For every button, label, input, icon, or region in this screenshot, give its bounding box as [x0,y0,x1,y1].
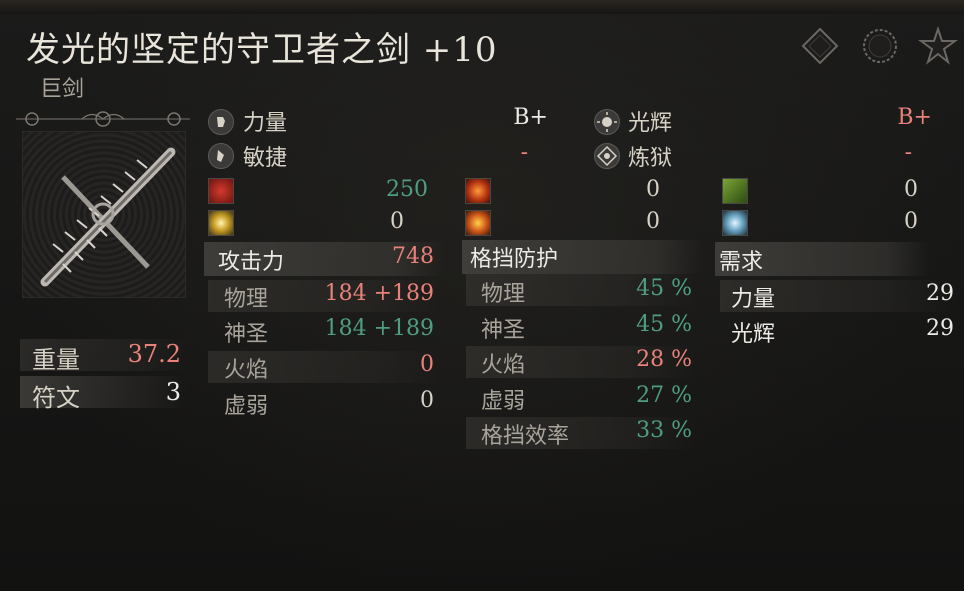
attack-value: 0 [420,388,434,413]
requirement-label: 力量 [731,287,776,312]
strength-icon [208,109,234,135]
stat-label: 符文 [32,384,80,412]
requirements-header: 需求 [719,250,764,275]
guard-label: 神圣 [481,318,526,343]
attack-label: 虚弱 [224,394,269,419]
item-category: 巨剑 [40,77,85,102]
stat-value: 3 [165,378,181,406]
guard-label: 物理 [481,282,526,307]
scaling-label: 敏捷 [243,146,288,171]
greatsword-icon [40,147,176,287]
scaling-grade: - [520,140,528,165]
attack-label: 火焰 [224,358,269,383]
dexterity-icon [208,143,234,169]
stat-value: 37.2 [127,340,181,368]
effect-value: 0 [904,209,918,234]
scaling-label: 光辉 [628,111,673,136]
item-title: 发光的坚定的守卫者之剑 +10 [26,30,498,70]
guard-label: 格挡效率 [481,424,570,449]
arcane-icon [594,143,620,169]
frost-icon [722,210,748,236]
attack-value: 184 +189 [324,281,434,306]
item-detail-panel: 发光的坚定的守卫者之剑 +10 巨剑 力量 B+ 敏捷 - 光辉 B+ 炼狱 -… [0,0,964,591]
attack-label: 神圣 [224,322,269,347]
guard-value: 45 % [636,312,692,337]
guard-label: 火焰 [481,353,526,378]
requirement-label: 光辉 [731,322,776,347]
top-border [0,0,964,14]
scaling-grade: - [904,140,912,165]
star-icon [917,25,959,66]
blood-icon [208,178,234,204]
fire-icon [465,178,491,204]
effect-value: 250 [386,177,428,202]
attack-total: 748 [392,244,434,269]
flame-burst-icon [465,210,491,236]
effect-value: 0 [646,177,660,202]
effect-value: 0 [646,209,660,234]
guard-value: 45 % [636,276,692,301]
weapon-image [22,131,186,298]
scaling-grade: B+ [897,105,932,130]
effect-value: 0 [390,209,404,234]
attack-value: 0 [420,352,434,377]
stat-label: 重量 [32,346,80,374]
circle-icon [860,26,900,66]
poison-icon [722,178,748,204]
effect-value: 0 [904,177,918,202]
attack-header: 攻击力 [218,250,285,275]
guard-header: 格挡防护 [470,247,559,272]
guard-label: 虚弱 [481,389,526,414]
requirement-value: 29 [926,316,954,341]
attack-label: 物理 [224,287,269,312]
scaling-label: 力量 [243,111,288,136]
guard-value: 28 % [636,347,692,372]
ornament-divider [16,111,190,127]
guard-value: 27 % [636,383,692,408]
scaling-label: 炼狱 [628,146,673,171]
holy-light-icon [208,210,234,236]
attack-value: 184 +189 [324,316,434,341]
scaling-grade: B+ [513,105,548,130]
requirement-value: 29 [926,281,954,306]
diamond-icon [800,26,840,66]
faith-icon [594,109,620,135]
guard-value: 33 % [636,418,692,443]
